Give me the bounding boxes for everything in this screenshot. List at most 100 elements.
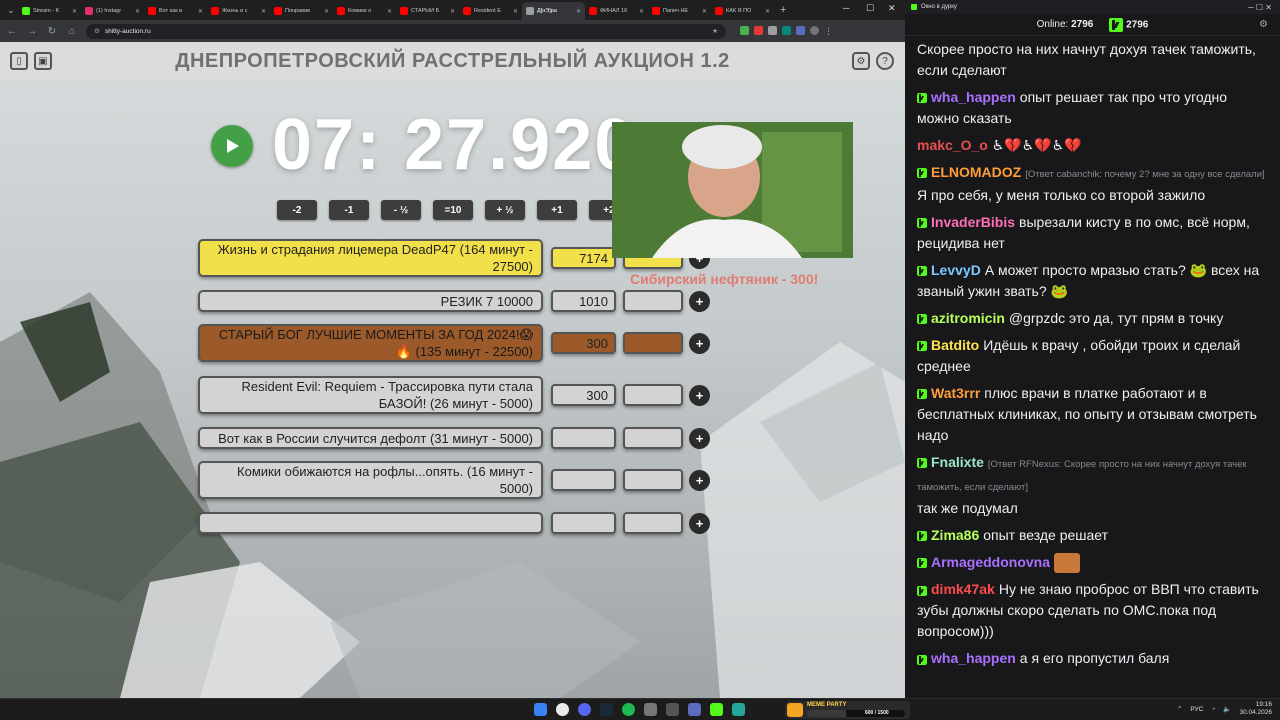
browser-tab[interactable]: Stream - K ✕ (18, 2, 81, 20)
time-step-button[interactable]: - ½ (381, 200, 421, 220)
tab-close-icon[interactable]: ✕ (261, 8, 266, 15)
tab-close-icon[interactable]: ✕ (324, 8, 329, 15)
discord-icon[interactable] (578, 703, 591, 716)
browser-tab[interactable]: СТАРЫЙ Б ✕ (396, 2, 459, 20)
tab-close-icon[interactable]: ✕ (450, 8, 455, 15)
extension-icon[interactable] (754, 25, 763, 35)
close-icon[interactable]: ✕ (888, 3, 896, 14)
lot-plus-button[interactable]: + (689, 513, 710, 534)
chat-username[interactable]: Armageddonovna (931, 554, 1050, 570)
lot-name-field[interactable] (198, 512, 543, 534)
chevron-up-icon[interactable]: ⌃ (1177, 705, 1182, 713)
browser-tab[interactable]: (1) Instagr ✕ (81, 2, 144, 20)
lot-plus-button[interactable]: + (689, 470, 710, 491)
wifi-icon[interactable]: ◔ (1211, 706, 1215, 713)
browser-tab[interactable]: КАК Я ПО ✕ (711, 2, 774, 20)
lot-add-amount-input[interactable] (623, 384, 683, 406)
chrome-icon[interactable] (556, 703, 569, 716)
home-icon[interactable]: ⌂ (66, 26, 78, 37)
lot-plus-button[interactable]: + (689, 333, 710, 354)
extension-icon[interactable] (796, 25, 805, 35)
lot-amount-field[interactable]: 300 (551, 384, 616, 406)
chat-username[interactable]: wha_happen (931, 650, 1016, 666)
app-icon[interactable] (688, 703, 701, 716)
time-step-button[interactable]: + ½ (485, 200, 525, 220)
browser-tab[interactable]: Папич НЕ ✕ (648, 2, 711, 20)
volume-icon[interactable]: 🔈 (1223, 705, 1231, 713)
tab-close-icon[interactable]: ✕ (513, 8, 518, 15)
chat-username[interactable]: dimk47ak (931, 581, 995, 597)
window-controls-icon[interactable]: ─ ☐ ✕ (1248, 3, 1272, 12)
time-step-button[interactable]: +1 (537, 200, 577, 220)
tab-close-icon[interactable]: ✕ (198, 8, 203, 15)
chat-username[interactable]: azitromicin (931, 310, 1005, 326)
tab-close-icon[interactable]: ✕ (639, 8, 644, 15)
chat-username[interactable]: LevvyD (931, 262, 981, 278)
play-button[interactable] (211, 125, 253, 167)
lot-name-field[interactable]: Вот как в России случится дефолт (31 мин… (198, 427, 543, 449)
browser-tab[interactable]: Понравив ✕ (270, 2, 333, 20)
browser-tab[interactable]: Resident E ✕ (459, 2, 522, 20)
meme-party-widget[interactable]: MEME PARTY 600 / 1500 (785, 701, 910, 719)
lot-amount-field[interactable] (551, 427, 616, 449)
chat-username[interactable]: ELNOMADOZ (931, 164, 1021, 180)
browser-tab[interactable]: Комики о ✕ (333, 2, 396, 20)
chat-username[interactable]: makc_O_o (917, 137, 988, 153)
extension-icon[interactable] (782, 25, 791, 35)
lot-plus-button[interactable]: + (689, 385, 710, 406)
forward-icon[interactable]: → (26, 26, 38, 37)
site-info-icon[interactable]: ⚙ (94, 27, 100, 35)
browser-tab[interactable]: Д[нЭ]ра ✕ (522, 2, 585, 20)
chat-username[interactable]: Wat3rrr (931, 385, 980, 401)
chat-username[interactable]: InvaderBibis (931, 214, 1015, 230)
reload-icon[interactable]: ↻ (46, 26, 58, 37)
clock[interactable]: 19:16 30.04.2026 (1239, 701, 1272, 717)
lot-add-amount-input[interactable] (623, 290, 683, 312)
browser-tab[interactable]: Жизнь и с ✕ (207, 2, 270, 20)
help-icon[interactable]: ? (876, 52, 894, 70)
browser-tab[interactable]: ФИНАЛ 16 ✕ (585, 2, 648, 20)
chat-username[interactable]: Fnalixte (931, 454, 984, 470)
steam-icon[interactable] (600, 703, 613, 716)
extension-icon[interactable] (768, 25, 777, 35)
lot-amount-field[interactable] (551, 469, 616, 491)
lot-amount-field[interactable]: 300 (551, 332, 616, 354)
lot-name-field[interactable]: Комики обижаются на рофлы...опять. (16 м… (198, 461, 543, 499)
app-icon[interactable] (666, 703, 679, 716)
app-icon[interactable] (732, 703, 745, 716)
chat-username[interactable]: Zima86 (931, 527, 979, 543)
profile-avatar[interactable] (810, 25, 819, 35)
start-icon[interactable] (534, 703, 547, 716)
lot-add-amount-input[interactable] (623, 427, 683, 449)
lot-plus-button[interactable]: + (689, 291, 710, 312)
time-step-button[interactable]: -1 (329, 200, 369, 220)
tab-search-icon[interactable]: ⌄ (4, 3, 18, 17)
spotify-icon[interactable] (622, 703, 635, 716)
maximize-icon[interactable]: ☐ (866, 3, 874, 14)
lot-amount-field[interactable]: 1010 (551, 290, 616, 312)
lot-add-amount-input[interactable] (623, 512, 683, 534)
browser-tab[interactable]: Вот как в ✕ (144, 2, 207, 20)
menu-icon[interactable]: ⋮ (824, 26, 833, 37)
address-bar[interactable]: ⚙ shitty-auction.ru ★ (86, 23, 726, 39)
bookmark-star-icon[interactable]: ★ (712, 27, 718, 35)
chat-username[interactable]: Batdito (931, 337, 979, 353)
lot-plus-button[interactable]: + (689, 428, 710, 449)
lot-name-field[interactable]: Жизнь и страдания лицемера DeadP47 (164 … (198, 239, 543, 277)
kick-icon[interactable] (710, 703, 723, 716)
app-icon[interactable] (644, 703, 657, 716)
language-indicator[interactable]: РУС (1190, 706, 1203, 713)
extension-icon[interactable] (740, 25, 749, 35)
lot-amount-field[interactable] (551, 512, 616, 534)
settings-gear-icon[interactable]: ⚙ (852, 52, 870, 70)
tab-close-icon[interactable]: ✕ (765, 8, 770, 15)
new-tab-button[interactable]: + (780, 4, 786, 16)
tab-close-icon[interactable]: ✕ (387, 8, 392, 15)
lot-add-amount-input[interactable] (623, 332, 683, 354)
lot-name-field[interactable]: Resident Evil: Requiem - Трассировка пут… (198, 376, 543, 414)
tab-close-icon[interactable]: ✕ (576, 8, 581, 15)
minimize-icon[interactable]: ─ (843, 3, 849, 13)
tab-close-icon[interactable]: ✕ (72, 8, 77, 15)
tab-close-icon[interactable]: ✕ (135, 8, 140, 15)
tab-close-icon[interactable]: ✕ (702, 8, 707, 15)
